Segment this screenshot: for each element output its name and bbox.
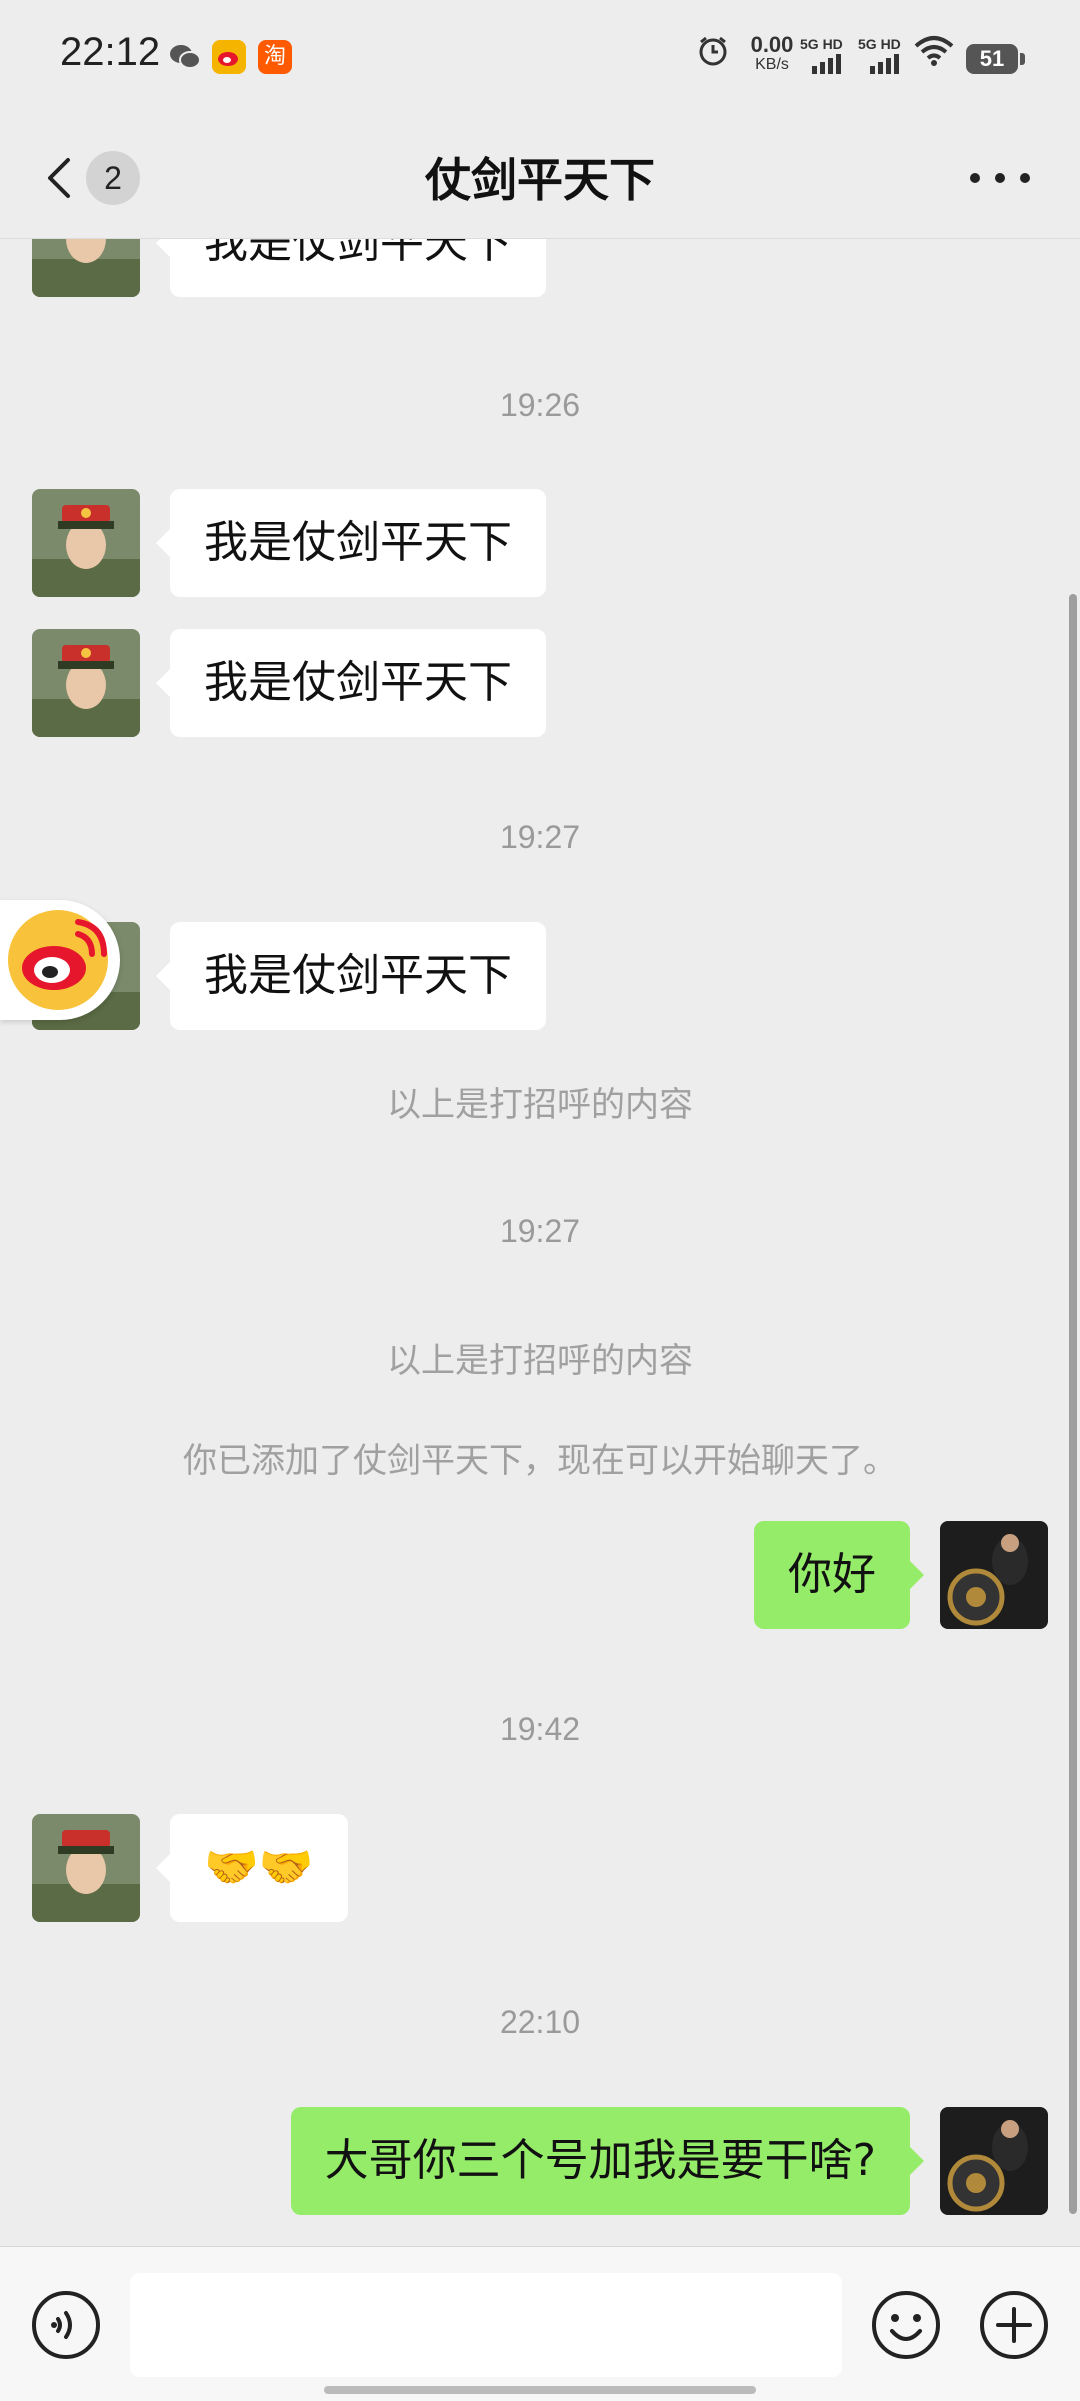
system-message: 以上是打招呼的内容 bbox=[387, 1341, 693, 1381]
dot-icon bbox=[970, 173, 980, 183]
weibo-icon bbox=[212, 40, 246, 74]
system-message: 以上是打招呼的内容 bbox=[387, 1085, 693, 1125]
wechat-icon bbox=[168, 40, 202, 74]
taobao-icon: 淘 bbox=[258, 40, 292, 74]
sim1-signal-icon bbox=[812, 54, 841, 74]
incoming-message[interactable]: 我是仗剑平天下 bbox=[156, 922, 546, 1030]
scrollbar[interactable] bbox=[1069, 594, 1077, 2214]
dot-icon bbox=[995, 173, 1005, 183]
contact-avatar[interactable] bbox=[32, 1814, 140, 1922]
battery-indicator: 51 bbox=[966, 44, 1025, 74]
contact-avatar[interactable] bbox=[32, 629, 140, 737]
timestamp: 19:26 bbox=[499, 387, 581, 423]
dot-icon bbox=[1020, 173, 1030, 183]
home-indicator[interactable] bbox=[324, 2386, 756, 2394]
more-options-button[interactable] bbox=[970, 168, 1030, 188]
net-speed: 0.00 KB/s bbox=[750, 32, 794, 74]
incoming-message[interactable]: 🤝🤝 bbox=[156, 1814, 348, 1922]
message-input[interactable] bbox=[130, 2273, 842, 2377]
timestamp: 22:10 bbox=[499, 2004, 581, 2040]
incoming-message[interactable]: 我是仗剑平天下 bbox=[156, 239, 546, 297]
timestamp: 19:42 bbox=[499, 1711, 581, 1747]
sim2-label: 5G HD bbox=[858, 36, 901, 52]
sim1-label: 5G HD bbox=[800, 36, 843, 52]
more-functions-button[interactable] bbox=[978, 2289, 1050, 2361]
outgoing-message[interactable]: 你好 bbox=[754, 1521, 924, 1629]
sim2-signal-icon bbox=[870, 54, 899, 74]
my-avatar[interactable] bbox=[940, 2107, 1048, 2215]
emoji-button[interactable] bbox=[870, 2289, 942, 2361]
contact-avatar[interactable] bbox=[32, 239, 140, 297]
floating-weibo-button[interactable] bbox=[0, 900, 120, 1020]
input-bar bbox=[0, 2246, 1080, 2401]
message-list[interactable]: 我是仗剑平天下 19:26 我是仗剑平天下 我是仗剑平天下 19:27 我是仗剑… bbox=[0, 239, 1080, 2235]
alarm-icon bbox=[696, 34, 730, 78]
chat-header: 2 仗剑平天下 bbox=[0, 118, 1080, 239]
page-title: 仗剑平天下 bbox=[425, 153, 655, 207]
status-time: 22:12 bbox=[60, 30, 161, 74]
wifi-icon bbox=[914, 34, 954, 78]
system-message: 你已添加了仗剑平天下，现在可以开始聊天了。 bbox=[183, 1441, 897, 1481]
incoming-message[interactable]: 我是仗剑平天下 bbox=[156, 489, 546, 597]
voice-icon bbox=[32, 2291, 100, 2359]
plus-icon bbox=[980, 2291, 1048, 2359]
contact-avatar[interactable] bbox=[32, 489, 140, 597]
timestamp: 19:27 bbox=[499, 819, 581, 855]
incoming-message[interactable]: 我是仗剑平天下 bbox=[156, 629, 546, 737]
voice-input-button[interactable] bbox=[30, 2289, 102, 2361]
outgoing-message[interactable]: 大哥你三个号加我是要干啥? bbox=[290, 2107, 925, 2215]
status-bar: 22:12 淘 0.00 KB/s 5G HD 5G HD 51 bbox=[0, 0, 1080, 118]
emoji-icon bbox=[872, 2291, 940, 2359]
my-avatar[interactable] bbox=[940, 1521, 1048, 1629]
weibo-icon bbox=[8, 910, 108, 1010]
timestamp: 19:27 bbox=[499, 1213, 581, 1249]
